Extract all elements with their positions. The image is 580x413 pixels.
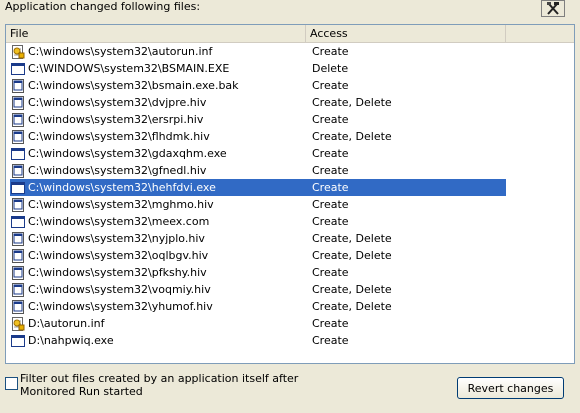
access-type: Create, Delete	[312, 249, 392, 262]
table-row[interactable]: C:\windows\system32\dvjpre.hiv Create, De…	[6, 94, 574, 111]
filter-checkbox-label: Filter out files created by an applicati…	[20, 372, 299, 398]
tools-button[interactable]	[541, 0, 565, 17]
access-type: Create	[312, 181, 349, 194]
exe-window-icon	[10, 214, 26, 230]
file-window-icon	[10, 78, 26, 94]
table-row[interactable]: C:\windows\system32\ersrpi.hiv Create	[6, 111, 574, 128]
exe-window-icon	[10, 61, 26, 77]
list-header: File Access	[6, 25, 574, 43]
file-window-icon	[10, 197, 26, 213]
table-row-selected[interactable]: C:\windows\system32\hehfdvi.exe Create	[6, 179, 574, 196]
access-type: Create	[312, 266, 349, 279]
file-path: C:\windows\system32\bsmain.exe.bak	[28, 79, 239, 92]
file-path: C:\windows\system32\gfnedl.hiv	[28, 164, 207, 177]
access-type: Create	[312, 45, 349, 58]
table-row[interactable]: C:\windows\system32\pfkshy.hiv Create	[6, 264, 574, 281]
exe-window-icon	[10, 333, 26, 349]
access-type: Create	[312, 215, 349, 228]
file-window-icon	[10, 95, 26, 111]
file-path: C:\windows\system32\autorun.inf	[28, 45, 213, 58]
table-row[interactable]: C:\windows\system32\yhumof.hiv Create, De…	[6, 298, 574, 315]
table-row[interactable]: C:\windows\system32\oqlbgv.hiv Create, De…	[6, 247, 574, 264]
access-type: Create	[312, 198, 349, 211]
table-row[interactable]: C:\windows\system32\mghmo.hiv Create	[6, 196, 574, 213]
file-path: C:\windows\system32\oqlbgv.hiv	[28, 249, 209, 262]
exe-window-icon	[10, 146, 26, 162]
file-window-icon	[10, 299, 26, 315]
revert-changes-button[interactable]: Revert changes	[457, 377, 564, 399]
filter-checkbox[interactable]	[5, 377, 18, 390]
file-window-icon	[10, 231, 26, 247]
autorun-inf-icon	[10, 44, 26, 60]
file-path: C:\windows\system32\hehfdvi.exe	[28, 181, 216, 194]
file-path: C:\windows\system32\dvjpre.hiv	[28, 96, 207, 109]
files-changed-label: Application changed following files:	[5, 0, 201, 13]
access-type: Create, Delete	[312, 232, 392, 245]
file-window-icon	[10, 248, 26, 264]
file-window-icon	[10, 265, 26, 281]
table-row[interactable]: C:\windows\system32\gfnedl.hiv Create	[6, 162, 574, 179]
list-body: C:\windows\system32\autorun.inf Create C:\…	[6, 43, 574, 349]
file-path: C:\windows\system32\voqmiy.hiv	[28, 283, 211, 296]
access-type: Create	[312, 147, 349, 160]
access-type: Create, Delete	[312, 283, 392, 296]
file-path: C:\windows\system32\pfkshy.hiv	[28, 266, 207, 279]
tools-icon	[547, 2, 559, 15]
exe-window-icon	[10, 180, 26, 196]
file-path: C:\windows\system32\gdaxqhm.exe	[28, 147, 227, 160]
changed-files-list[interactable]: File Access C:\windows\system32\autorun.…	[5, 24, 575, 364]
table-row[interactable]: C:\WINDOWS\system32\BSMAIN.EXE Delete	[6, 60, 574, 77]
access-type: Create	[312, 164, 349, 177]
file-path: C:\windows\system32\yhumof.hiv	[28, 300, 213, 313]
access-type: Create, Delete	[312, 300, 392, 313]
table-row[interactable]: D:\autorun.inf Create	[6, 315, 574, 332]
table-row[interactable]: C:\windows\system32\meex.com Create	[6, 213, 574, 230]
autorun-inf-icon	[10, 316, 26, 332]
file-path: C:\windows\system32\ersrpi.hiv	[28, 113, 204, 126]
access-type: Create, Delete	[312, 96, 392, 109]
access-type: Create	[312, 334, 349, 347]
table-row[interactable]: C:\windows\system32\voqmiy.hiv Create, De…	[6, 281, 574, 298]
file-window-icon	[10, 282, 26, 298]
file-path: D:\autorun.inf	[28, 317, 105, 330]
file-path: C:\WINDOWS\system32\BSMAIN.EXE	[28, 62, 230, 75]
access-type: Create	[312, 79, 349, 92]
table-row[interactable]: C:\windows\system32\autorun.inf Create	[6, 43, 574, 60]
access-type: Delete	[312, 62, 349, 75]
access-type: Create	[312, 317, 349, 330]
access-type: Create	[312, 113, 349, 126]
table-row[interactable]: C:\windows\system32\flhdmk.hiv Create, De…	[6, 128, 574, 145]
file-path: C:\windows\system32\flhdmk.hiv	[28, 130, 210, 143]
table-row[interactable]: C:\windows\system32\bsmain.exe.bak Create	[6, 77, 574, 94]
file-window-icon	[10, 129, 26, 145]
file-path: C:\windows\system32\meex.com	[28, 215, 210, 228]
access-type: Create, Delete	[312, 130, 392, 143]
column-header-file[interactable]: File	[6, 25, 306, 42]
file-window-icon	[10, 163, 26, 179]
file-path: C:\windows\system32\mghmo.hiv	[28, 198, 214, 211]
file-path: D:\nahpwiq.exe	[28, 334, 114, 347]
table-row[interactable]: C:\windows\system32\gdaxqhm.exe Create	[6, 145, 574, 162]
file-path: C:\windows\system32\nyjplo.hiv	[28, 232, 205, 245]
table-row[interactable]: D:\nahpwiq.exe Create	[6, 332, 574, 349]
column-header-access[interactable]: Access	[306, 25, 506, 42]
file-window-icon	[10, 112, 26, 128]
table-row[interactable]: C:\windows\system32\nyjplo.hiv Create, De…	[6, 230, 574, 247]
